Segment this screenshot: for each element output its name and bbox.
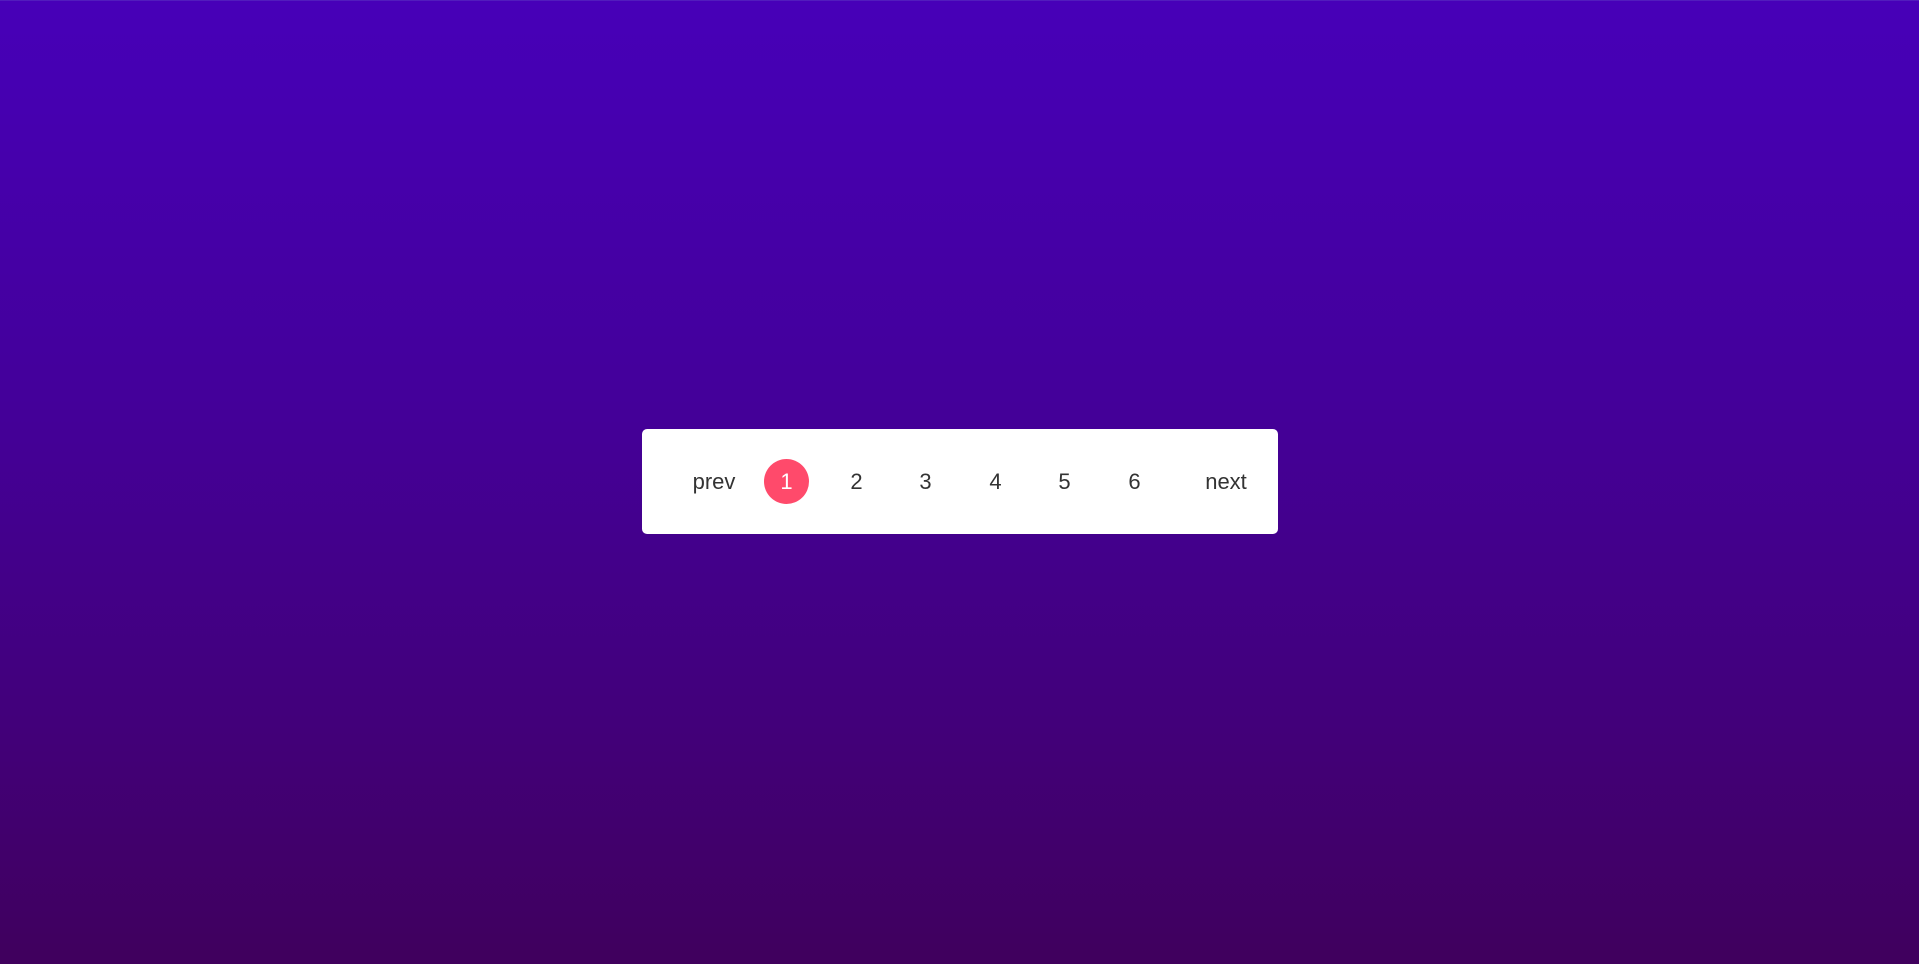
page-button-2[interactable]: 2	[834, 459, 879, 504]
page-button-3[interactable]: 3	[903, 459, 948, 504]
next-button[interactable]: next	[1188, 459, 1264, 504]
page-button-5[interactable]: 5	[1042, 459, 1087, 504]
prev-button[interactable]: prev	[676, 459, 752, 504]
page-button-1[interactable]: 1	[764, 459, 809, 504]
pagination-bar: prev 1 2 3 4 5 6 next	[642, 429, 1278, 534]
window-top-edge	[0, 0, 1919, 1]
page-button-6[interactable]: 6	[1112, 459, 1157, 504]
page-button-4[interactable]: 4	[973, 459, 1018, 504]
